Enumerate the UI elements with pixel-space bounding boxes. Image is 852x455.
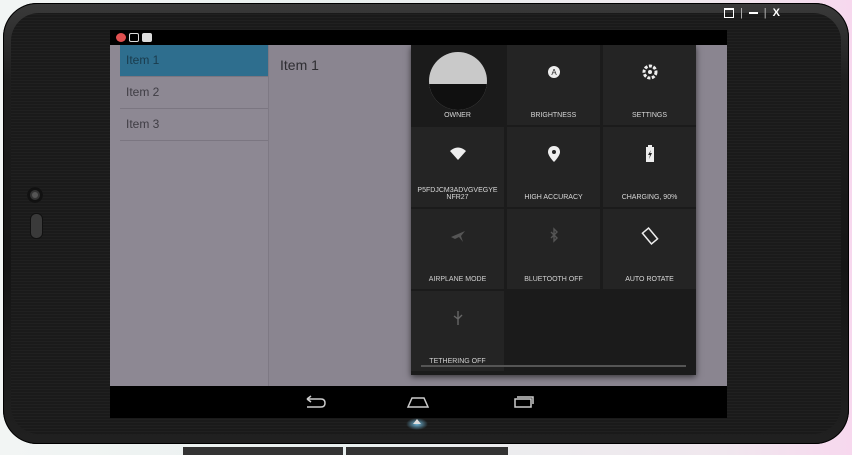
device-screen: Item 1 Item 2 Item 3 Item 1 OWNER A BRIG…: [110, 30, 727, 418]
settings-tile[interactable]: SETTINGS: [603, 45, 696, 125]
bluetooth-icon: [550, 227, 558, 243]
sensor-icon: [30, 213, 43, 239]
recents-icon[interactable]: [511, 394, 535, 410]
battery-charging-icon: [645, 145, 654, 162]
status-bar: [110, 30, 727, 45]
game-controller-icon: [142, 33, 152, 42]
quick-settings-panel: OWNER A BRIGHTNESS SETTINGS P5FDJCM3ADVG…: [411, 45, 696, 375]
app-icon-red: [116, 33, 126, 42]
minimize-icon[interactable]: [748, 12, 758, 14]
navigation-bar: [110, 386, 727, 418]
gear-icon: [642, 64, 657, 80]
camera-icon: [27, 187, 43, 203]
notification-handle-icon[interactable]: [406, 418, 428, 430]
settings-label: SETTINGS: [631, 112, 667, 119]
usb-tethering-icon: [453, 311, 462, 325]
tethering-tile[interactable]: TETHERING OFF: [411, 291, 504, 371]
location-label: HIGH ACCURACY: [524, 194, 583, 201]
list-item[interactable]: Item 3: [120, 109, 268, 141]
gallery-icon: [129, 33, 139, 42]
restore-icon[interactable]: [723, 8, 734, 18]
master-list: Item 1 Item 2 Item 3: [110, 45, 269, 386]
separator: |: [763, 7, 767, 19]
brightness-icon: A: [547, 66, 560, 78]
detail-title: Item 1: [280, 57, 319, 73]
svg-text:A: A: [551, 68, 557, 77]
battery-label: CHARGING, 90%: [621, 194, 678, 201]
owner-tile[interactable]: OWNER: [411, 45, 504, 125]
wifi-icon: [449, 147, 466, 160]
wifi-label: P5FDJCM3ADVGVEGYE NFR27: [417, 187, 498, 201]
dock-bar-right: [346, 447, 508, 455]
battery-tile[interactable]: CHARGING, 90%: [603, 127, 696, 207]
bluetooth-tile[interactable]: BLUETOOTH OFF: [507, 209, 600, 289]
rotate-tile[interactable]: AUTO ROTATE: [603, 209, 696, 289]
location-pin-icon: [547, 146, 560, 162]
window-controls: | | X: [723, 7, 780, 19]
back-icon[interactable]: [303, 394, 327, 410]
brightness-label: BRIGHTNESS: [530, 112, 577, 119]
panel-scroll-indicator: [421, 365, 686, 367]
dock-bar-left: [183, 447, 343, 455]
airplane-icon: [450, 231, 465, 242]
wifi-tile[interactable]: P5FDJCM3ADVGVEGYE NFR27: [411, 127, 504, 207]
home-icon[interactable]: [406, 394, 430, 410]
avatar: [428, 52, 487, 110]
owner-label: OWNER: [444, 112, 471, 119]
close-icon[interactable]: X: [773, 7, 780, 19]
airplane-tile[interactable]: AIRPLANE MODE: [411, 209, 504, 289]
separator: |: [739, 7, 743, 19]
list-item[interactable]: Item 1: [120, 45, 268, 77]
tethering-label: TETHERING OFF: [429, 358, 486, 365]
rotate-label: AUTO ROTATE: [625, 276, 674, 283]
location-tile[interactable]: HIGH ACCURACY: [507, 127, 600, 207]
brightness-tile[interactable]: A BRIGHTNESS: [507, 45, 600, 125]
auto-rotate-icon: [640, 227, 659, 245]
airplane-label: AIRPLANE MODE: [428, 276, 487, 283]
list-item[interactable]: Item 2: [120, 77, 268, 109]
bluetooth-label: BLUETOOTH OFF: [524, 276, 583, 283]
